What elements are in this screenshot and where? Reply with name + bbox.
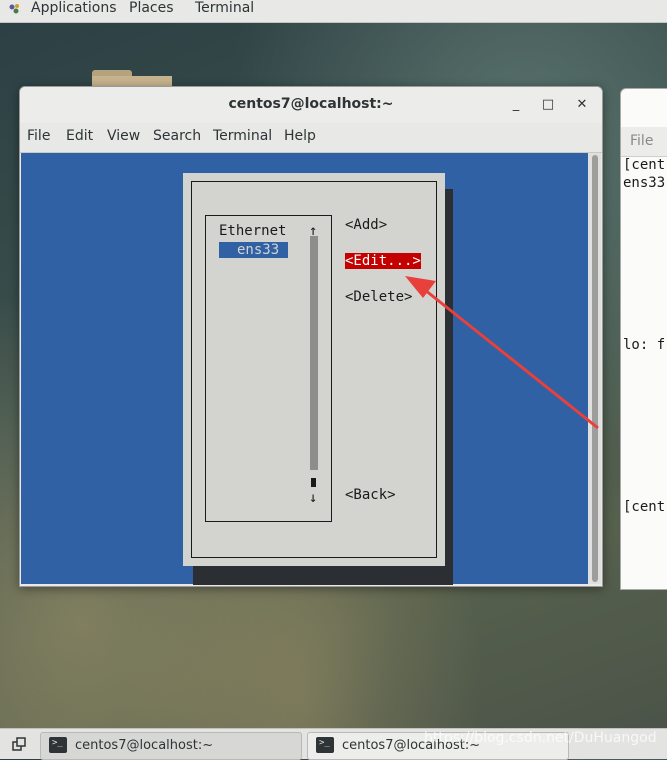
show-desktop-icon[interactable]: [12, 737, 26, 751]
terminal-icon: >_: [49, 737, 67, 753]
taskbar-item-label: centos7@localhost:~: [75, 738, 214, 753]
terminal-icon: >_: [316, 737, 334, 753]
taskbar-item-terminal-1[interactable]: >_ centos7@localhost:~: [40, 732, 302, 760]
annotation-arrow-icon: [405, 276, 599, 430]
watermark: https://blog.csdn.net/DuHuangod: [424, 730, 657, 746]
